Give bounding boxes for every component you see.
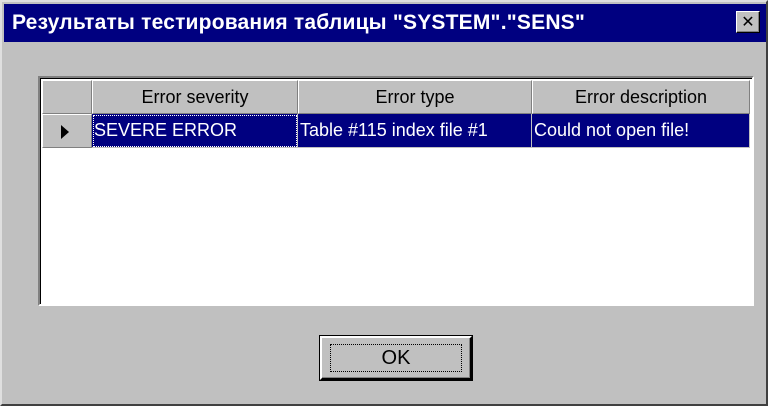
cell-error-severity[interactable]: SEVERE ERROR (92, 114, 298, 148)
cell-error-description[interactable]: Could not open file! (532, 114, 750, 148)
cell-error-type[interactable]: Table #115 index file #1 (298, 114, 532, 148)
ok-button-label: OK (381, 346, 411, 369)
close-icon: ✕ (741, 12, 755, 31)
header-corner-cell (42, 80, 92, 114)
title-bar[interactable]: Результаты тестирования таблицы "SYSTEM"… (4, 4, 766, 42)
column-header-error-severity[interactable]: Error severity (92, 80, 298, 114)
test-results-dialog: Результаты тестирования таблицы "SYSTEM"… (0, 0, 768, 406)
close-button[interactable]: ✕ (736, 11, 760, 33)
results-grid[interactable]: Error severity Error type Error descript… (38, 76, 754, 306)
column-header-error-type[interactable]: Error type (298, 80, 532, 114)
row-pointer-icon (61, 125, 69, 139)
table-row[interactable]: SEVERE ERROR Table #115 index file #1 Co… (42, 114, 750, 148)
row-indicator-cell (42, 114, 92, 148)
column-header-error-description[interactable]: Error description (532, 80, 750, 114)
window-title: Результаты тестирования таблицы "SYSTEM"… (12, 11, 586, 34)
grid-header-row: Error severity Error type Error descript… (42, 80, 750, 114)
ok-button[interactable]: OK (320, 336, 472, 380)
